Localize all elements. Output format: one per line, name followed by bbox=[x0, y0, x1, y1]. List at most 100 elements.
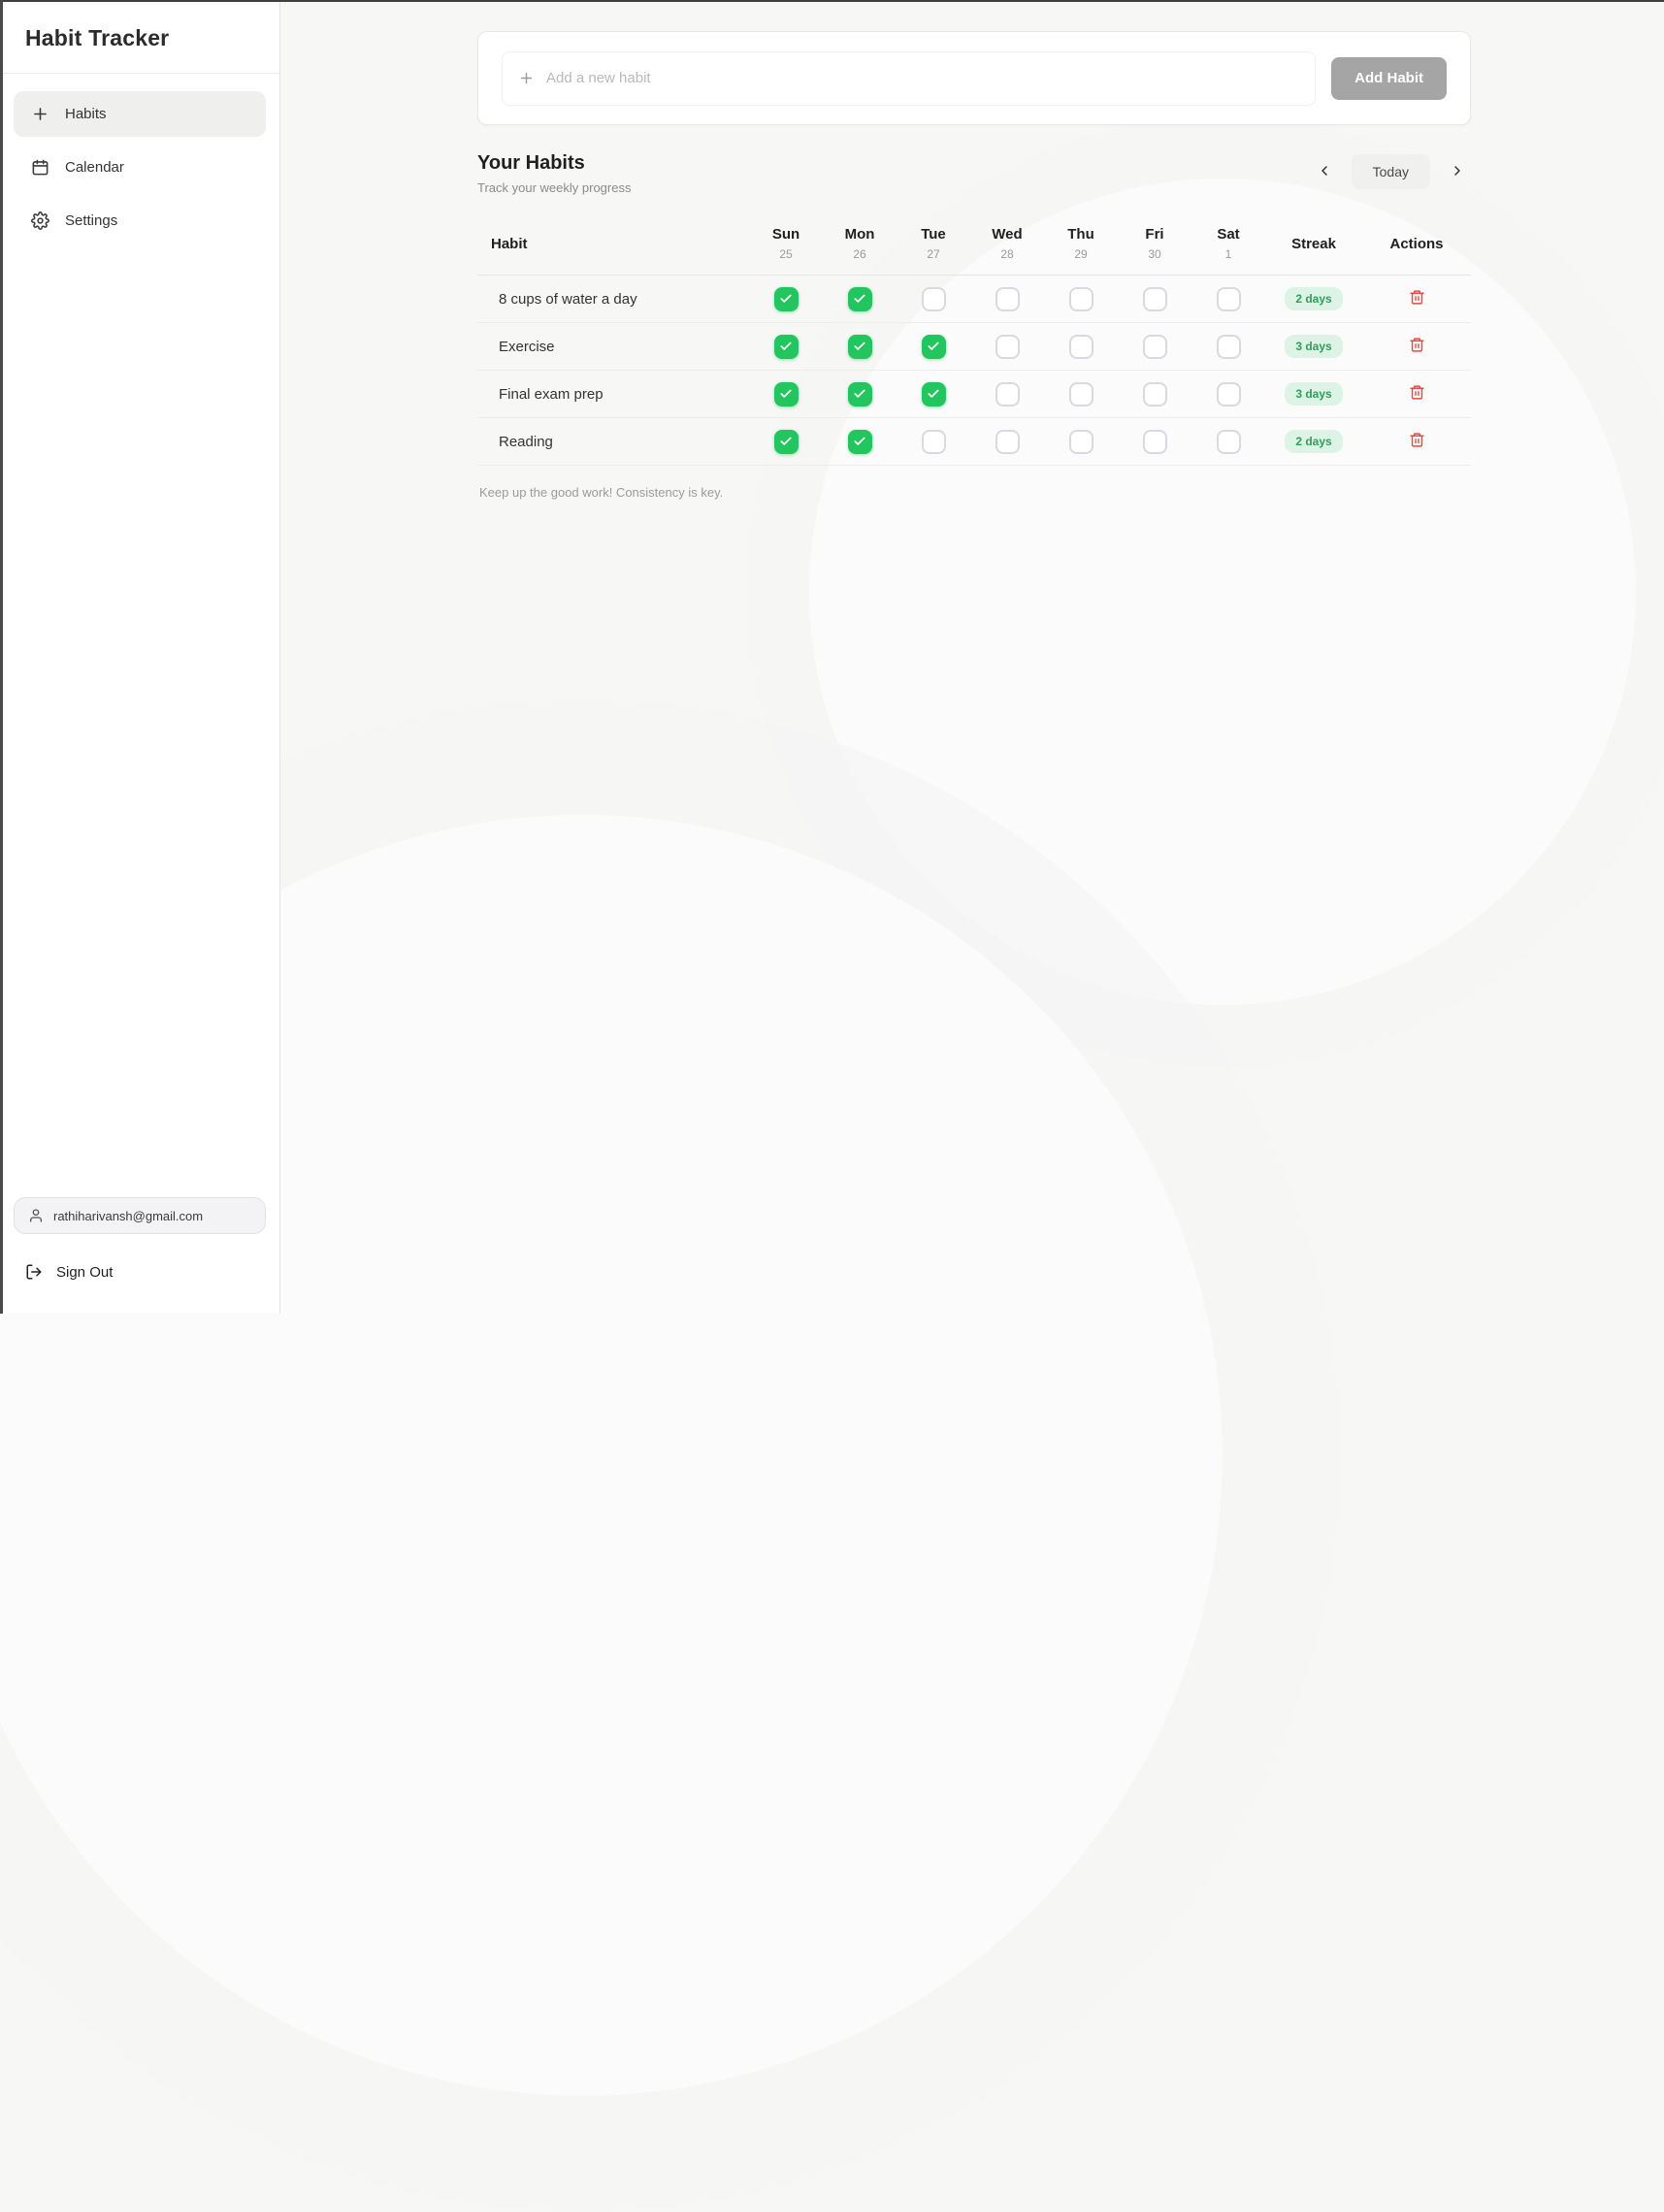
streak-badge: 3 days bbox=[1285, 382, 1342, 406]
delete-habit-button[interactable] bbox=[1407, 289, 1426, 309]
action-cell bbox=[1362, 432, 1471, 451]
checkbox-cell bbox=[749, 382, 823, 407]
add-habit-input-wrap[interactable] bbox=[502, 51, 1316, 106]
checkbox-cell bbox=[749, 287, 823, 311]
table-body: 8 cups of water a day2 daysExercise3 day… bbox=[477, 276, 1471, 466]
habit-checkbox[interactable] bbox=[995, 382, 1020, 407]
day-date: 27 bbox=[897, 247, 970, 261]
habit-checkbox[interactable] bbox=[1069, 287, 1093, 311]
section-title: Your Habits bbox=[477, 152, 631, 175]
day-date: 30 bbox=[1118, 247, 1191, 261]
table-header-row: HabitSun25Mon26Tue27Wed28Thu29Fri30Sat1S… bbox=[477, 216, 1471, 276]
table-row: 8 cups of water a day 2 days bbox=[477, 276, 1471, 323]
habit-checkbox[interactable] bbox=[1217, 287, 1241, 311]
column-header-day: Tue 27 bbox=[897, 226, 970, 261]
streak-badge: 2 days bbox=[1285, 430, 1342, 453]
habit-checkbox[interactable] bbox=[1069, 430, 1093, 454]
checkbox-cell bbox=[1044, 430, 1118, 454]
habit-checkbox[interactable] bbox=[995, 287, 1020, 311]
checkbox-cell bbox=[749, 335, 823, 359]
sidebar-item-settings[interactable]: Settings bbox=[14, 198, 266, 244]
habit-checkbox[interactable] bbox=[1217, 335, 1241, 359]
streak-cell: 2 days bbox=[1265, 287, 1362, 310]
checkbox-cell bbox=[1044, 335, 1118, 359]
habit-checkbox[interactable] bbox=[995, 335, 1020, 359]
sign-out-label: Sign Out bbox=[56, 1264, 113, 1281]
habit-checkbox[interactable] bbox=[1143, 335, 1167, 359]
column-header-day: Wed28 bbox=[970, 226, 1044, 261]
column-header-day: Thu29 bbox=[1044, 226, 1118, 261]
checkbox-cell bbox=[823, 382, 897, 407]
delete-habit-button[interactable] bbox=[1407, 432, 1426, 451]
checkbox-cell bbox=[823, 430, 897, 454]
checkbox-cell bbox=[1118, 430, 1191, 454]
column-header-day: Fri 30 bbox=[1118, 226, 1191, 261]
checkbox-cell bbox=[1118, 287, 1191, 311]
checkbox-cell bbox=[1118, 382, 1191, 407]
sidebar-item-calendar[interactable]: Calendar bbox=[14, 145, 266, 190]
habit-checkbox[interactable] bbox=[922, 287, 946, 311]
habit-checkbox[interactable] bbox=[848, 382, 872, 407]
checkbox-cell bbox=[970, 335, 1044, 359]
column-header-actions: Actions bbox=[1362, 236, 1471, 252]
plus-icon bbox=[31, 105, 49, 123]
checkbox-cell bbox=[970, 430, 1044, 454]
plus-icon bbox=[518, 70, 535, 86]
habit-checkbox[interactable] bbox=[922, 430, 946, 454]
habit-checkbox[interactable] bbox=[774, 287, 799, 311]
checkbox-cell bbox=[897, 382, 970, 407]
add-habit-input[interactable] bbox=[546, 70, 1299, 86]
habit-checkbox[interactable] bbox=[774, 430, 799, 454]
sidebar-item-habits[interactable]: Habits bbox=[14, 91, 266, 137]
habit-checkbox[interactable] bbox=[774, 335, 799, 359]
habit-checkbox[interactable] bbox=[995, 430, 1020, 454]
habit-checkbox[interactable] bbox=[848, 335, 872, 359]
habit-checkbox[interactable] bbox=[1143, 382, 1167, 407]
habit-checkbox[interactable] bbox=[922, 335, 946, 359]
checkbox-cell bbox=[1191, 430, 1265, 454]
window-left-edge bbox=[0, 0, 3, 1314]
habit-checkbox[interactable] bbox=[848, 430, 872, 454]
action-cell bbox=[1362, 289, 1471, 309]
habit-checkbox[interactable] bbox=[1069, 335, 1093, 359]
day-date: 25 bbox=[749, 247, 823, 261]
today-button[interactable]: Today bbox=[1352, 154, 1430, 189]
day-name: Fri bbox=[1118, 226, 1191, 243]
user-email: rathiharivansh@gmail.com bbox=[53, 1209, 203, 1223]
calendar-icon bbox=[31, 158, 49, 177]
trash-icon bbox=[1409, 437, 1425, 451]
habit-checkbox[interactable] bbox=[1143, 430, 1167, 454]
action-cell bbox=[1362, 337, 1471, 356]
habit-checkbox[interactable] bbox=[1069, 382, 1093, 407]
checkbox-cell bbox=[897, 335, 970, 359]
habit-name: 8 cups of water a day bbox=[477, 291, 749, 308]
checkbox-cell bbox=[823, 335, 897, 359]
day-name: Sun bbox=[749, 226, 823, 243]
sidebar-nav: Habits Calendar Settings bbox=[0, 74, 279, 261]
checkbox-cell bbox=[970, 382, 1044, 407]
checkbox-cell bbox=[970, 287, 1044, 311]
day-date: 1 bbox=[1191, 247, 1265, 261]
user-email-pill: rathiharivansh@gmail.com bbox=[14, 1197, 266, 1234]
sidebar-item-label: Calendar bbox=[65, 159, 124, 176]
delete-habit-button[interactable] bbox=[1407, 384, 1426, 404]
habit-checkbox[interactable] bbox=[1217, 430, 1241, 454]
habit-checkbox[interactable] bbox=[922, 382, 946, 407]
habit-name: Reading bbox=[477, 434, 749, 450]
habit-checkbox[interactable] bbox=[1217, 382, 1241, 407]
habit-checkbox[interactable] bbox=[1143, 287, 1167, 311]
day-date: 29 bbox=[1044, 247, 1118, 261]
main-area: Add Habit Your Habits Track your weekly … bbox=[280, 0, 1664, 1314]
sign-out-button[interactable]: Sign Out bbox=[14, 1255, 266, 1288]
chevron-left-icon bbox=[1317, 163, 1332, 181]
sidebar-item-label: Habits bbox=[65, 106, 107, 122]
day-name: Tue bbox=[897, 226, 970, 243]
delete-habit-button[interactable] bbox=[1407, 337, 1426, 356]
add-habit-button[interactable]: Add Habit bbox=[1331, 57, 1447, 100]
habit-checkbox[interactable] bbox=[848, 287, 872, 311]
prev-week-button[interactable] bbox=[1311, 158, 1338, 185]
checkbox-cell bbox=[1118, 335, 1191, 359]
habit-checkbox[interactable] bbox=[774, 382, 799, 407]
next-week-button[interactable] bbox=[1444, 158, 1471, 185]
habits-section-header: Your Habits Track your weekly progress T… bbox=[477, 152, 1471, 195]
